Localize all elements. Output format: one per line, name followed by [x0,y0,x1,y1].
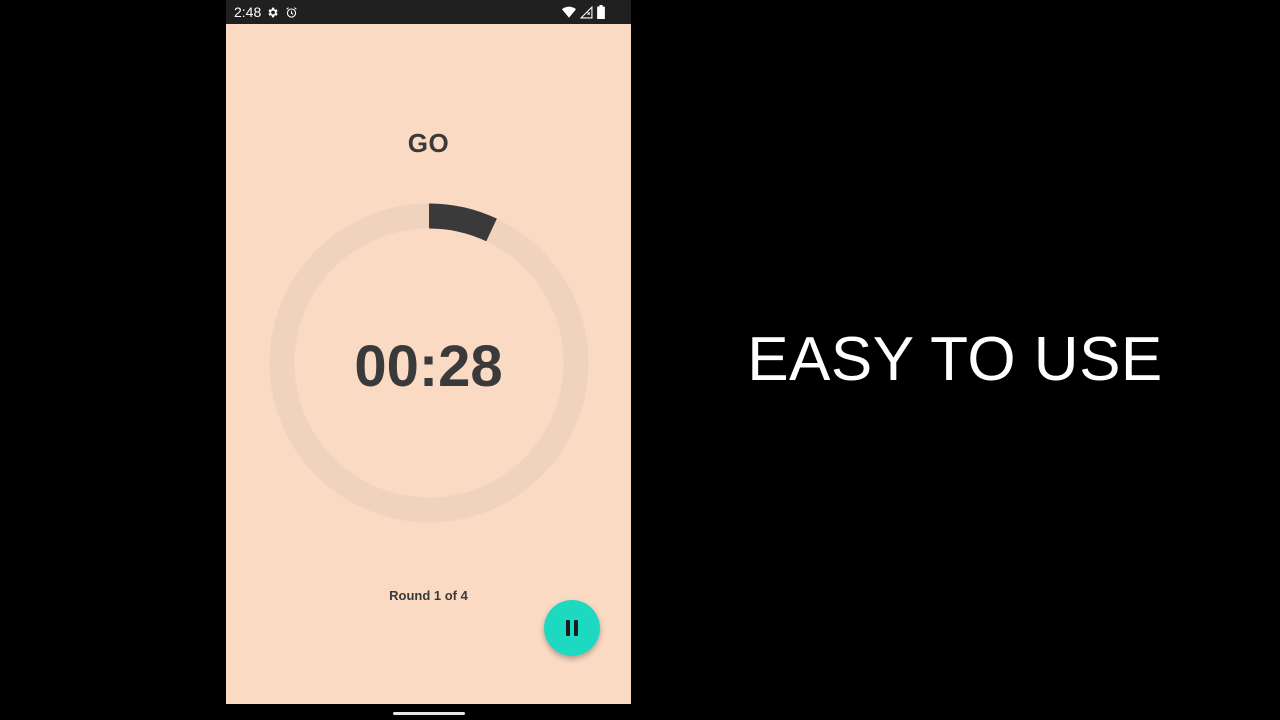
cell-signal-icon [580,5,593,19]
status-bar: 2:48 [226,0,631,24]
status-left-icons [266,4,298,20]
wifi-icon [562,6,576,19]
status-right-icons [562,4,605,20]
video-frame: 2:48 GO 00:28 Round 1 of 4 EASY TO USE [0,0,1280,720]
pause-button[interactable] [544,600,600,656]
progress-ring-arc [428,203,497,242]
navigation-handle[interactable] [393,712,465,715]
time-remaining: 00:28 [354,334,503,399]
pause-icon [564,620,580,636]
phase-label: GO [407,128,450,158]
battery-icon [597,5,605,19]
gear-icon [266,6,279,19]
alarm-icon [285,6,298,19]
phone-screen: 2:48 GO 00:28 Round 1 of 4 [226,0,631,704]
status-time: 2:48 [234,4,262,20]
promo-caption: EASY TO USE [747,325,1163,394]
